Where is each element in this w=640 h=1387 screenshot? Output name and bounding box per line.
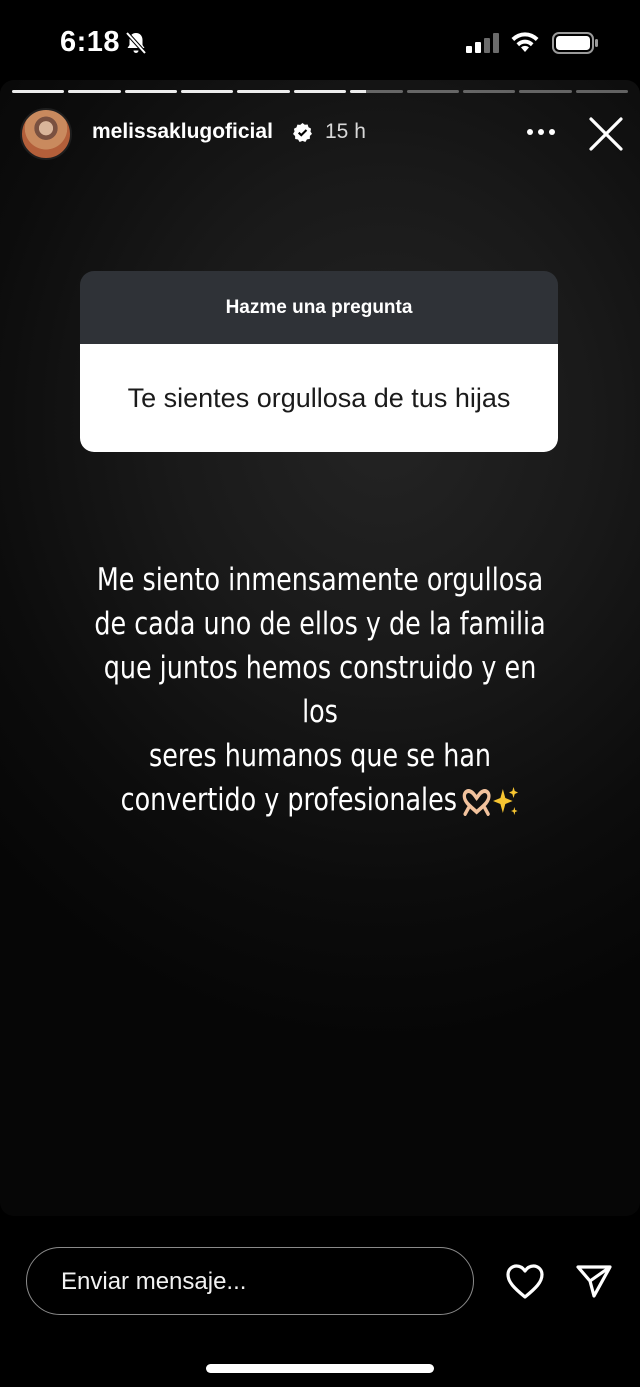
- message-input[interactable]: Enviar mensaje...: [26, 1247, 474, 1315]
- battery-icon: [552, 32, 598, 54]
- answer-line: de cada uno de ellos y de la familia: [94, 606, 546, 642]
- question-sticker-title: Hazme una pregunta: [80, 271, 558, 344]
- heart-hands-emoji-icon: [462, 788, 491, 816]
- send-icon[interactable]: [575, 1263, 613, 1299]
- story-time-ago: 15 h: [325, 120, 366, 143]
- story-progress-segment: [575, 90, 628, 93]
- answer-line: Me siento inmensamente orgullosa: [96, 562, 544, 598]
- verified-badge-icon: [293, 123, 312, 142]
- story-header: melissaklugoficial 15 h: [0, 108, 640, 164]
- story-progress-segment: [293, 90, 347, 93]
- story-progress-segment: [462, 90, 516, 93]
- question-text: Te sientes orgullosa de tus hijas: [80, 344, 558, 452]
- cellular-signal-icon: [466, 33, 499, 53]
- more-options-icon[interactable]: [524, 120, 558, 144]
- message-placeholder: Enviar mensaje...: [61, 1268, 247, 1295]
- status-bar: 6:18: [0, 0, 640, 80]
- heart-icon[interactable]: [505, 1263, 545, 1301]
- username[interactable]: melissaklugoficial: [92, 120, 273, 144]
- wifi-icon: [511, 32, 539, 52]
- story-progress-segment: [406, 90, 459, 93]
- story-progress-segment: [124, 90, 178, 93]
- answer-line: convertido y profesionales: [120, 782, 458, 818]
- status-time: 6:18: [60, 26, 121, 58]
- answer-line: seres humanos que se han: [148, 738, 492, 774]
- sparkles-emoji-icon: [493, 786, 519, 815]
- story-progress-segment: [68, 90, 121, 93]
- story-progress-segment: [237, 90, 290, 93]
- story-progress-segment: [12, 90, 65, 93]
- answer-text: Me siento inmensamente orgullosa de cada…: [90, 558, 549, 822]
- answer-line: que juntos hemos construido y en los: [103, 650, 537, 730]
- bell-muted-icon: [125, 31, 147, 55]
- avatar[interactable]: [20, 108, 72, 160]
- story-card[interactable]: melissaklugoficial 15 h Hazme una pregun…: [0, 80, 640, 1216]
- answer-line-last: convertido y profesionales: [90, 778, 549, 822]
- story-progress-segment: [519, 90, 572, 93]
- close-icon[interactable]: [588, 116, 624, 152]
- story-progress-bar: [12, 90, 628, 93]
- question-sticker[interactable]: Hazme una pregunta Te sientes orgullosa …: [80, 271, 558, 452]
- story-progress-segment: [350, 90, 403, 93]
- story-progress-segment: [181, 90, 234, 93]
- home-indicator[interactable]: [206, 1364, 434, 1373]
